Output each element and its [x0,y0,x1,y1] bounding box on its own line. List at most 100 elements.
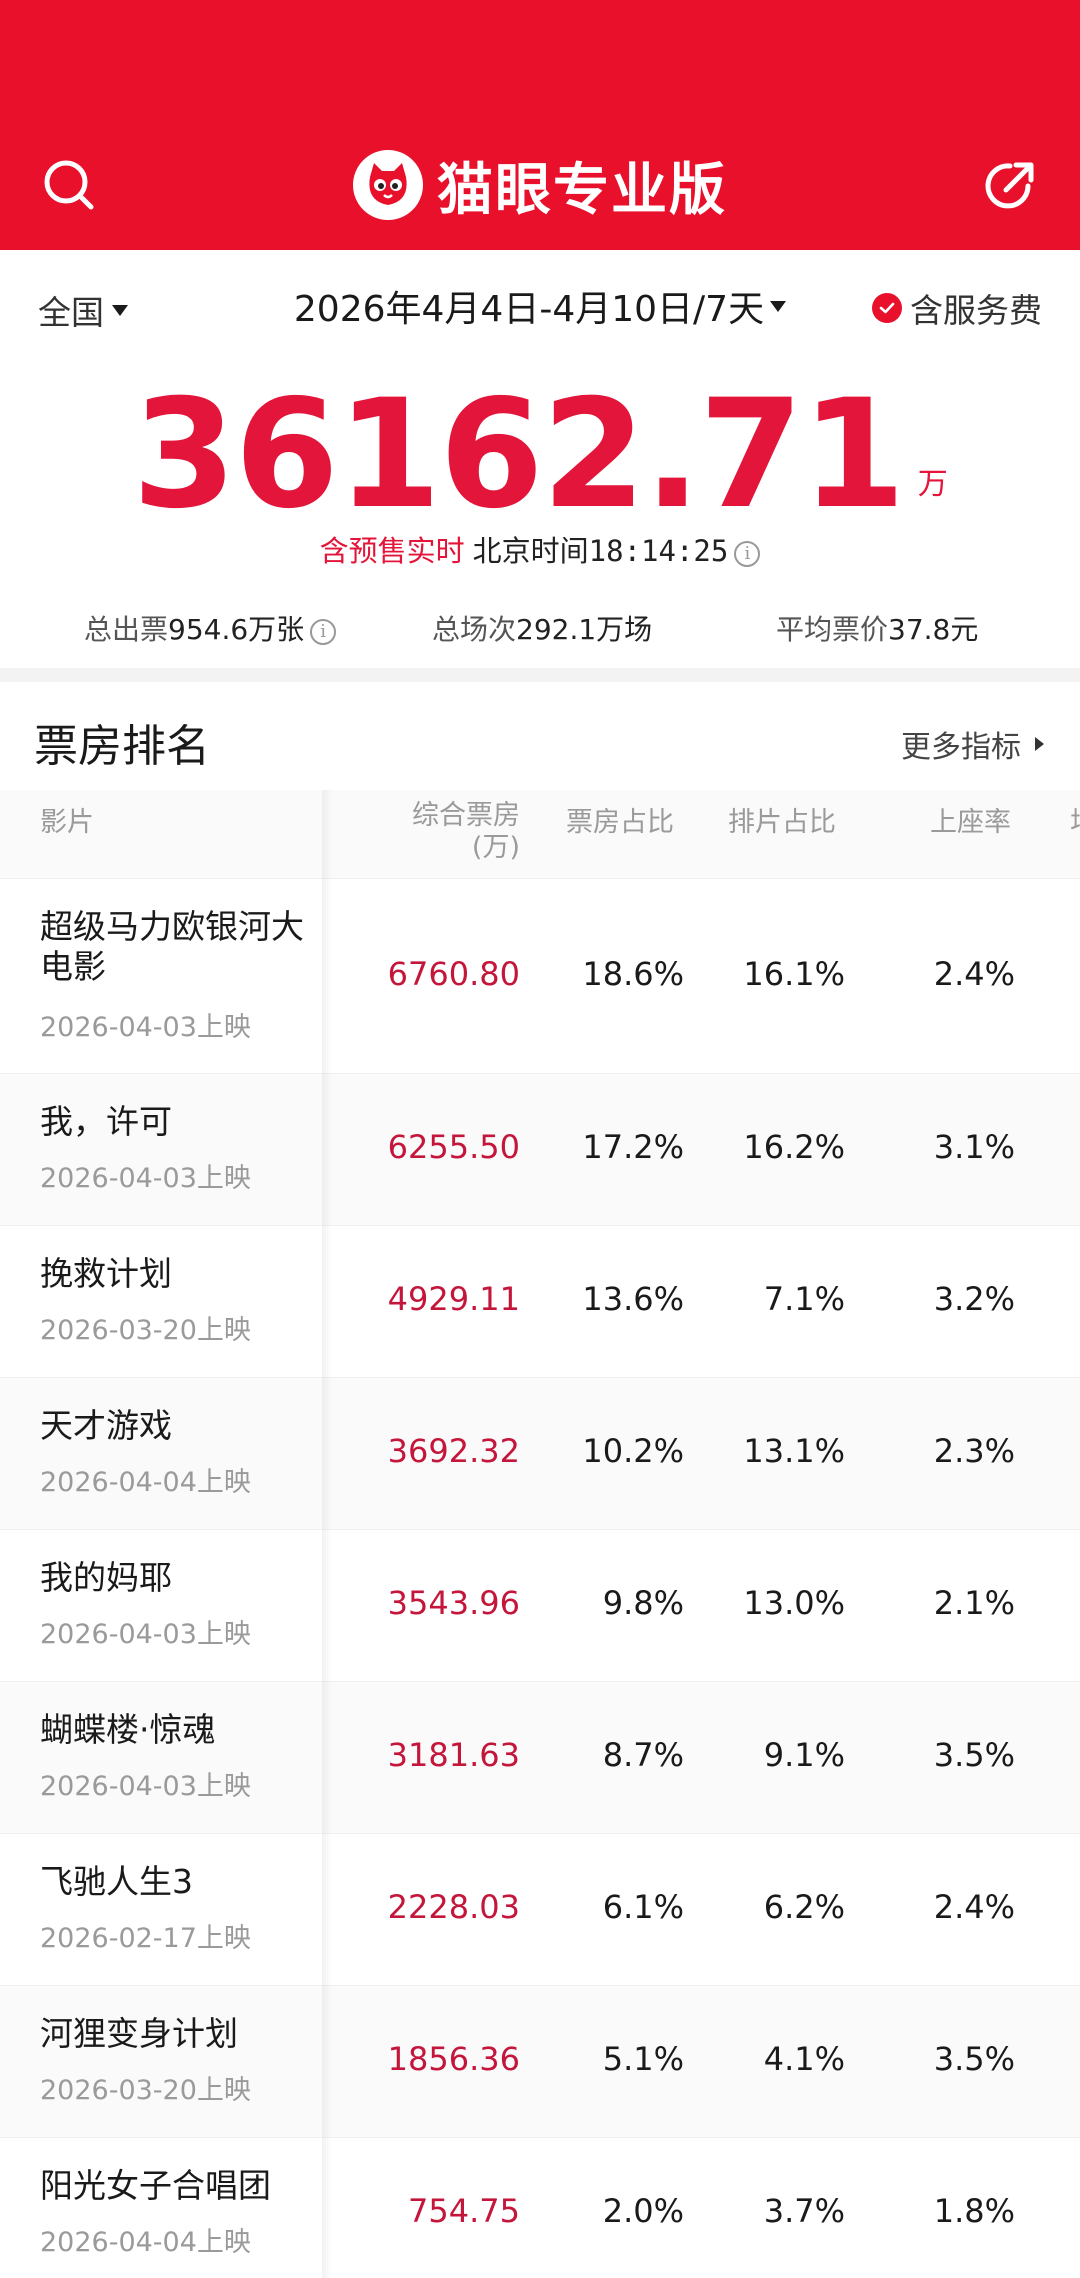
schedule-value: 9.1% [763,1736,845,1774]
schedule-value: 6.2% [763,1888,845,1926]
brand-title: 猫眼专业版 [437,157,727,223]
ranking-header: 票房排名 更多指标 [0,690,1080,790]
stat-avg-price-label: 平均票价 [776,613,889,646]
realtime-clock: 18:14:25 [588,534,729,568]
info-icon[interactable]: i [310,619,337,645]
stat-shows-label: 总场次 [432,613,517,646]
service-fee-toggle[interactable]: 含服务费 [872,284,1042,332]
table-row[interactable]: 河狸变身计划 2026-03-20上映 1856.36 5.1% 4.1% 3.5% [0,1985,1080,2137]
film-name: 阳光女子合唱团 [40,2166,271,2205]
schedule-value: 4.1% [763,2040,845,2078]
schedule-value: 7.1% [763,1280,845,1318]
share-value: 8.7% [602,1736,684,1774]
presale-label: 含预售实时 [319,534,465,568]
film-name: 飞驰人生3 [40,1862,193,1901]
table-row[interactable]: 飞驰人生3 2026-02-17上映 2228.03 6.1% 6.2% 2.4% [0,1833,1080,1985]
schedule-value: 3.7% [763,2192,845,2230]
ranking-title: 票房排名 [34,721,210,772]
release-date: 2026-04-03上映 [40,1163,251,1194]
table-row[interactable]: 蝴蝶楼·惊魂 2026-04-03上映 3181.63 8.7% 9.1% 3.5% [0,1681,1080,1833]
seat-rate-value: 3.2% [933,1280,1015,1318]
film-name: 蝴蝶楼·惊魂 [40,1710,216,1749]
frozen-column-shadow [322,790,332,2278]
total-value: 36162.71 [132,368,906,542]
total-unit: 万 [917,467,948,502]
release-date: 2026-02-17上映 [40,1923,251,1954]
share-value: 5.1% [602,2040,684,2078]
stat-tickets-value: 954.6万张 [168,613,305,646]
stat-shows-value: 292.1万场 [516,613,653,646]
beijing-label: 北京时间 [472,534,589,568]
info-icon[interactable]: i [734,541,761,567]
boxoffice-value: 4929.11 [387,1280,520,1318]
stat-avg-price: 平均票价37.8元 [776,608,978,648]
date-range-label: 2026年4月4日-4月10日/7天 [293,289,765,330]
release-date: 2026-04-03上映 [40,1619,251,1650]
section-divider [0,668,1080,682]
table-body: 超级马力欧银河大电影 2026-04-03上映 6760.80 18.6% 16.1% 2… [0,878,1080,2278]
brand: 猫眼专业版 [0,146,1080,224]
table-row[interactable]: 阳光女子合唱团 2026-04-04上映 754.75 2.0% 3.7% 1.8% [0,2137,1080,2278]
triangle-right-icon [1035,737,1044,751]
check-circle-icon [872,293,902,323]
stats-row: 总出票954.6万张 i 总场次292.1万场 平均票价37.8元 [0,608,1080,658]
ranking-table: 影片 综合票房 (万) 票房占比 排片占比 上座率 场 超级马力欧银河大电影 20… [0,790,1080,2278]
boxoffice-value: 3692.32 [387,1432,520,1470]
seat-rate-value: 2.4% [933,1888,1015,1926]
stat-tickets-label: 总出票 [84,613,169,646]
schedule-value: 16.2% [743,1128,845,1166]
release-date: 2026-03-20上映 [40,2075,251,2106]
release-date: 2026-04-03上映 [40,1012,251,1043]
col-truncated[interactable]: 场 [1070,800,1080,839]
col-boxoffice-unit: (万) [471,832,520,863]
realtime-line: 含预售实时 北京时间18:14:25 i [0,528,1080,570]
table-header: 影片 综合票房 (万) 票房占比 排片占比 上座率 场 [0,790,1080,878]
seat-rate-value: 3.5% [933,1736,1015,1774]
film-name: 河狸变身计划 [40,2014,238,2053]
schedule-value: 13.0% [743,1584,845,1622]
col-share[interactable]: 票房占比 [566,800,674,839]
boxoffice-value: 754.75 [408,2192,520,2230]
table-row[interactable]: 我，许可 2026-04-03上映 6255.50 17.2% 16.2% 3.1% [0,1073,1080,1225]
more-metrics-button[interactable]: 更多指标 [901,722,1044,766]
col-schedule[interactable]: 排片占比 [728,800,836,839]
col-film[interactable]: 影片 [40,800,94,839]
release-date: 2026-04-04上映 [40,1467,251,1498]
film-name: 我的妈耶 [40,1558,172,1597]
boxoffice-value: 1856.36 [387,2040,520,2078]
stat-avg-price-value: 37.8元 [888,613,979,646]
schedule-value: 13.1% [743,1432,845,1470]
col-seat-rate[interactable]: 上座率 [930,800,1011,839]
table-row[interactable]: 天才游戏 2026-04-04上映 3692.32 10.2% 13.1% 2.3% [0,1377,1080,1529]
stat-tickets: 总出票954.6万张 i [84,608,337,648]
boxoffice-value: 2228.03 [387,1888,520,1926]
col-boxoffice[interactable]: 综合票房 (万) [400,800,520,864]
share-icon[interactable] [976,150,1046,220]
cat-logo-icon [353,150,423,220]
table-row[interactable]: 挽救计划 2026-03-20上映 4929.11 13.6% 7.1% 3.2% [0,1225,1080,1377]
seat-rate-value: 2.3% [933,1432,1015,1470]
total-boxoffice: 36162.71 万 [0,380,1080,530]
stat-shows: 总场次292.1万场 [432,608,652,648]
share-value: 2.0% [602,2192,684,2230]
boxoffice-value: 3181.63 [387,1736,520,1774]
seat-rate-value: 2.1% [933,1584,1015,1622]
table-row[interactable]: 我的妈耶 2026-04-03上映 3543.96 9.8% 13.0% 2.1% [0,1529,1080,1681]
boxoffice-value: 6255.50 [387,1128,520,1166]
seat-rate-value: 2.4% [933,955,1015,993]
share-value: 6.1% [602,1888,684,1926]
share-value: 10.2% [582,1432,684,1470]
film-name: 挽救计划 [40,1254,172,1293]
seat-rate-value: 1.8% [933,2192,1015,2230]
table-row[interactable]: 超级马力欧银河大电影 2026-04-03上映 6760.80 18.6% 16.1% 2… [0,878,1080,1073]
service-fee-label: 含服务费 [910,291,1042,330]
film-name: 我，许可 [40,1102,172,1141]
release-date: 2026-03-20上映 [40,1315,251,1346]
release-date: 2026-04-03上映 [40,1771,251,1802]
seat-rate-value: 3.1% [933,1128,1015,1166]
share-value: 9.8% [602,1584,684,1622]
share-value: 17.2% [582,1128,684,1166]
share-value: 18.6% [582,955,684,993]
release-date: 2026-04-04上映 [40,2227,251,2258]
caret-down-icon [770,300,787,312]
